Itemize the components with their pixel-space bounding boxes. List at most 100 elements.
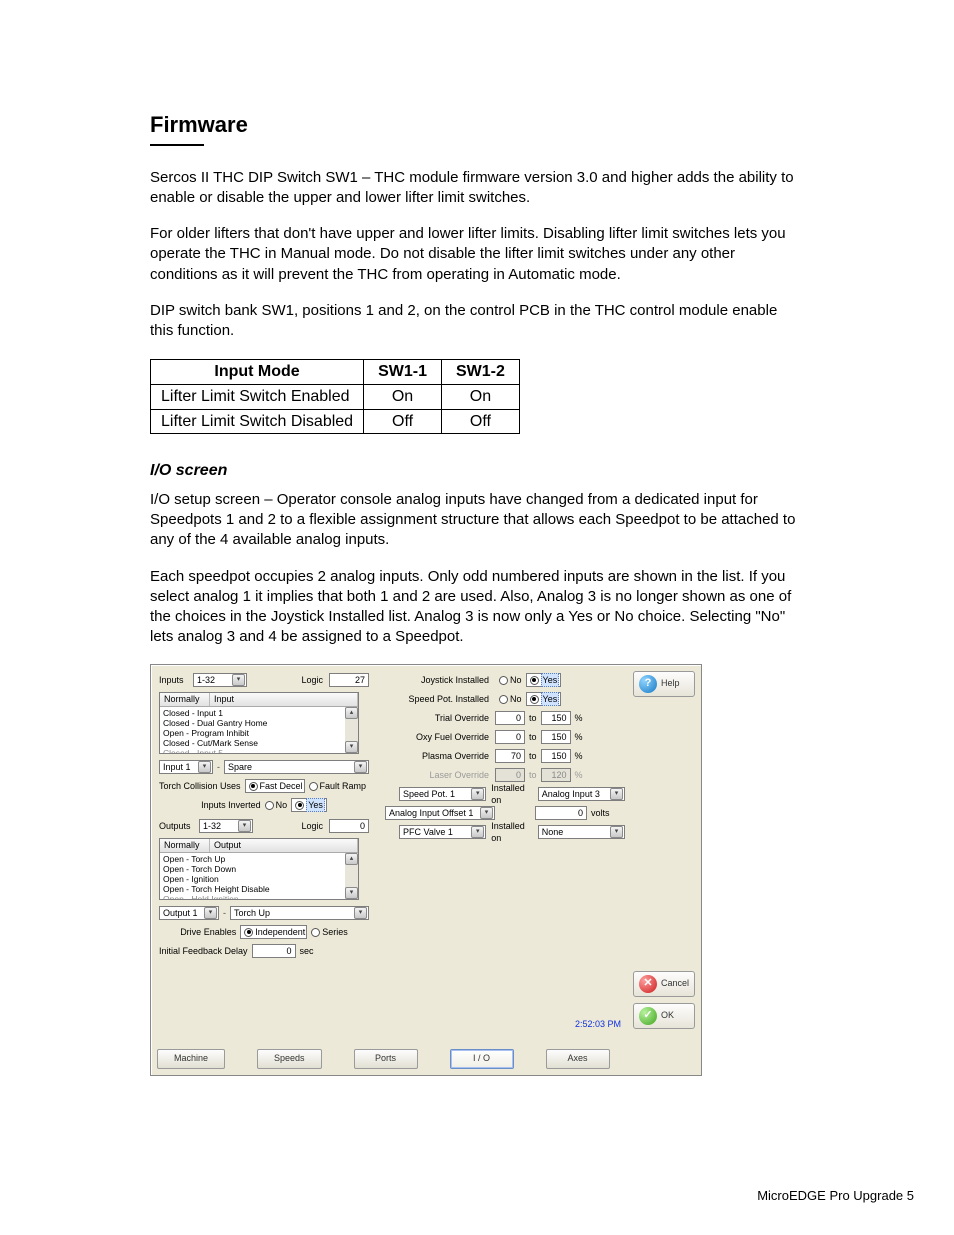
tab-machine[interactable]: Machine xyxy=(157,1049,225,1069)
paragraph: For older lifters that don't have upper … xyxy=(150,224,804,285)
tab-axes[interactable]: Axes xyxy=(546,1049,610,1069)
override-to[interactable]: 150 xyxy=(541,711,571,725)
scroll-up-icon[interactable]: ▴ xyxy=(345,707,358,719)
override-from[interactable]: 70 xyxy=(495,749,525,763)
inputs-range-value: 1-32 xyxy=(197,674,215,686)
radio-joystick-yes[interactable]: Yes xyxy=(526,673,562,687)
override-unit: % xyxy=(571,731,583,743)
radio-joystick-no[interactable]: No xyxy=(499,674,522,686)
speedpot-installed-value: Analog Input 3 xyxy=(542,788,600,800)
list-item[interactable]: Open - Torch Height Disable xyxy=(163,884,342,894)
chevron-down-icon: ▾ xyxy=(204,907,217,919)
page-footer: MicroEDGE Pro Upgrade 5 xyxy=(757,1187,914,1205)
list-item[interactable]: Open - Torch Down xyxy=(163,864,342,874)
scrollbar[interactable]: ▴ ▾ xyxy=(345,853,358,899)
outputs-range-select[interactable]: 1-32▾ xyxy=(199,819,253,833)
override-to[interactable]: 150 xyxy=(541,730,571,744)
override-unit: % xyxy=(571,769,583,781)
feedback-delay-label: Initial Feedback Delay xyxy=(159,945,248,957)
inputs-range-select[interactable]: 1-32▾ xyxy=(193,673,247,687)
scroll-up-icon[interactable]: ▴ xyxy=(345,853,358,865)
logic-label: Logic xyxy=(247,674,329,686)
radio-label: Yes xyxy=(541,673,560,687)
table-cell: Off xyxy=(441,409,519,434)
analog-offset-select[interactable]: Analog Input Offset 1▾ xyxy=(385,806,495,820)
feedback-delay-unit: sec xyxy=(300,945,314,957)
radio-speedpot-no[interactable]: No xyxy=(499,693,522,705)
outputs-listbox[interactable]: Normally Output Open - Torch Up Open - T… xyxy=(159,838,359,900)
table-cell: Lifter Limit Switch Enabled xyxy=(151,385,364,410)
speedpot-select[interactable]: Speed Pot. 1▾ xyxy=(399,787,486,801)
radio-series[interactable]: Series xyxy=(311,926,348,938)
override-from: 0 xyxy=(495,768,525,782)
feedback-delay-field[interactable]: 0 xyxy=(252,944,296,958)
override-unit: % xyxy=(571,712,583,724)
output-assign-select[interactable]: Torch Up▾ xyxy=(230,906,369,920)
input-index-value: Input 1 xyxy=(163,761,191,773)
radio-inverted-no[interactable]: No xyxy=(265,799,288,811)
radio-label: Fast Decel xyxy=(260,780,303,792)
radio-fast-decel[interactable]: Fast Decel xyxy=(245,779,305,793)
input-index-select[interactable]: Input 1▾ xyxy=(159,760,213,774)
chevron-down-icon: ▾ xyxy=(610,788,623,800)
input-assign-select[interactable]: Spare▾ xyxy=(224,760,369,774)
list-item[interactable]: Closed - Dual Gantry Home xyxy=(163,718,342,728)
override-label: Oxy Fuel Override xyxy=(385,731,495,743)
dip-switch-table: Input Mode SW1-1 SW1-2 Lifter Limit Swit… xyxy=(150,359,520,434)
radio-speedpot-yes[interactable]: Yes xyxy=(526,692,562,706)
help-button[interactable]: ?Help xyxy=(633,671,695,697)
tab-ports[interactable]: Ports xyxy=(354,1049,418,1069)
analog-offset-field[interactable]: 0 xyxy=(535,806,587,820)
radio-independent[interactable]: Independent xyxy=(240,925,307,939)
button-label: OK xyxy=(661,1009,674,1021)
radio-label: Fault Ramp xyxy=(320,780,367,792)
override-from[interactable]: 0 xyxy=(495,730,525,744)
override-from[interactable]: 0 xyxy=(495,711,525,725)
override-to: 120 xyxy=(541,768,571,782)
paragraph: DIP switch bank SW1, positions 1 and 2, … xyxy=(150,301,804,342)
tab-io[interactable]: I / O xyxy=(450,1049,514,1069)
scrollbar[interactable]: ▴ ▾ xyxy=(345,707,358,753)
radio-inverted-yes[interactable]: Yes xyxy=(291,798,327,812)
tab-speeds[interactable]: Speeds xyxy=(257,1049,322,1069)
radio-label: Independent xyxy=(255,926,305,938)
chevron-down-icon: ▾ xyxy=(610,826,623,838)
override-unit: % xyxy=(571,750,583,762)
scroll-down-icon[interactable]: ▾ xyxy=(345,887,358,899)
th-sw11: SW1-1 xyxy=(364,360,442,385)
button-label: Help xyxy=(661,677,680,689)
scroll-down-icon[interactable]: ▾ xyxy=(345,741,358,753)
pfc-select[interactable]: PFC Valve 1▾ xyxy=(399,825,486,839)
override-label: Laser Override xyxy=(385,769,495,781)
pfc-installed-select[interactable]: None▾ xyxy=(538,825,625,839)
cancel-button[interactable]: ✕Cancel xyxy=(633,971,695,997)
speedpot-installed-select[interactable]: Analog Input 3 ▾ xyxy=(538,787,625,801)
col-output: Output xyxy=(210,839,358,852)
chevron-down-icon: ▾ xyxy=(480,807,493,819)
title-rule xyxy=(150,144,204,146)
list-item[interactable]: Open - Program Inhibit xyxy=(163,728,342,738)
override-to[interactable]: 150 xyxy=(541,749,571,763)
radio-fault-ramp[interactable]: Fault Ramp xyxy=(309,780,367,792)
th-sw12: SW1-2 xyxy=(441,360,519,385)
radio-label: Yes xyxy=(306,798,325,812)
list-item[interactable]: Open - Hold Ignition xyxy=(163,894,342,899)
th-mode: Input Mode xyxy=(151,360,364,385)
table-cell: Off xyxy=(364,409,442,434)
ok-button[interactable]: ✓OK xyxy=(633,1003,695,1029)
inputs-logic-field[interactable]: 27 xyxy=(329,673,369,687)
outputs-logic-field[interactable]: 0 xyxy=(329,819,369,833)
pfc-value: PFC Valve 1 xyxy=(403,826,453,838)
io-setup-screenshot: Inputs 1-32▾ Logic 27 Normally Input Clo… xyxy=(150,664,702,1076)
output-index-select[interactable]: Output 1▾ xyxy=(159,906,219,920)
installed-on-label: Installed on xyxy=(486,820,538,844)
list-item[interactable]: Open - Ignition xyxy=(163,874,342,884)
inputs-listbox[interactable]: Normally Input Closed - Input 1 Closed -… xyxy=(159,692,359,754)
list-item[interactable]: Closed - Input 1 xyxy=(163,708,342,718)
list-item[interactable]: Closed - Cut/Mark Sense xyxy=(163,738,342,748)
list-item[interactable]: Closed - Input 5 xyxy=(163,748,342,753)
radio-label: Yes xyxy=(541,692,560,706)
paragraph: Sercos II THC DIP Switch SW1 – THC modul… xyxy=(150,168,804,209)
list-item[interactable]: Open - Torch Up xyxy=(163,854,342,864)
cancel-icon: ✕ xyxy=(639,975,657,993)
